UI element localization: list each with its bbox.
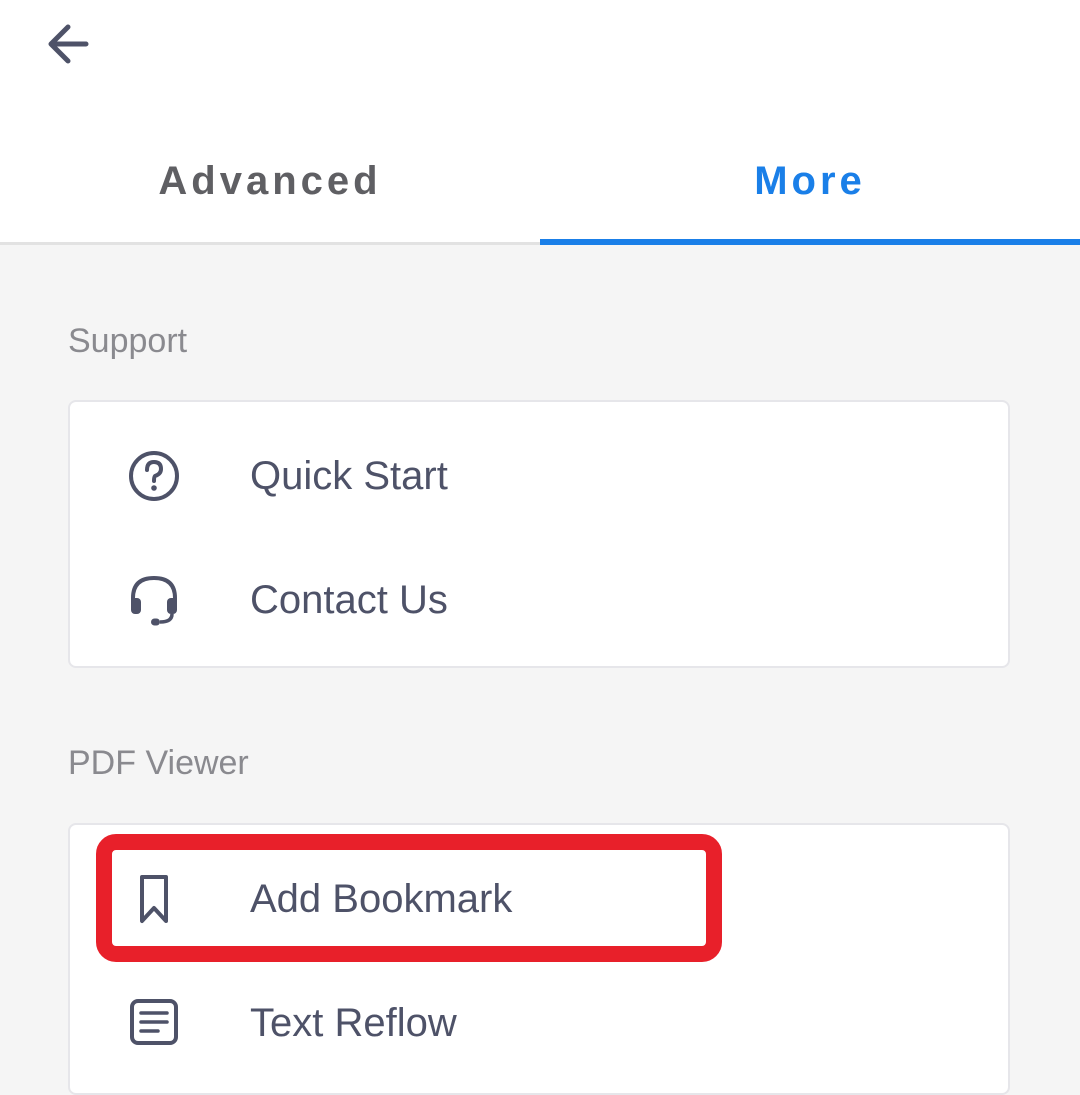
arrow-left-icon	[40, 16, 96, 77]
quick-start-item[interactable]: Quick Start	[70, 414, 1008, 538]
text-reflow-icon	[122, 991, 186, 1055]
quick-start-label: Quick Start	[250, 453, 448, 498]
section-title-pdf-viewer: PDF Viewer	[68, 744, 249, 782]
back-button[interactable]	[36, 14, 100, 78]
active-tab-indicator	[540, 239, 1080, 245]
question-circle-icon	[122, 444, 186, 508]
bookmark-icon	[122, 867, 186, 931]
text-reflow-item[interactable]: Text Reflow	[70, 961, 1008, 1085]
pdf-viewer-card: Add Bookmark Text Reflow	[68, 823, 1010, 1095]
headset-icon	[122, 568, 186, 632]
support-card: Quick Start Contact Us	[68, 400, 1010, 668]
contact-us-label: Contact Us	[250, 577, 448, 622]
contact-us-item[interactable]: Contact Us	[70, 538, 1008, 662]
add-bookmark-item[interactable]: Add Bookmark	[70, 837, 1008, 961]
text-reflow-label: Text Reflow	[250, 1000, 457, 1045]
section-title-support: Support	[68, 322, 188, 360]
add-bookmark-label: Add Bookmark	[250, 876, 513, 921]
tab-advanced[interactable]: Advanced	[0, 120, 540, 242]
tab-more[interactable]: More	[540, 120, 1080, 242]
top-bar: Advanced More	[0, 0, 1080, 245]
